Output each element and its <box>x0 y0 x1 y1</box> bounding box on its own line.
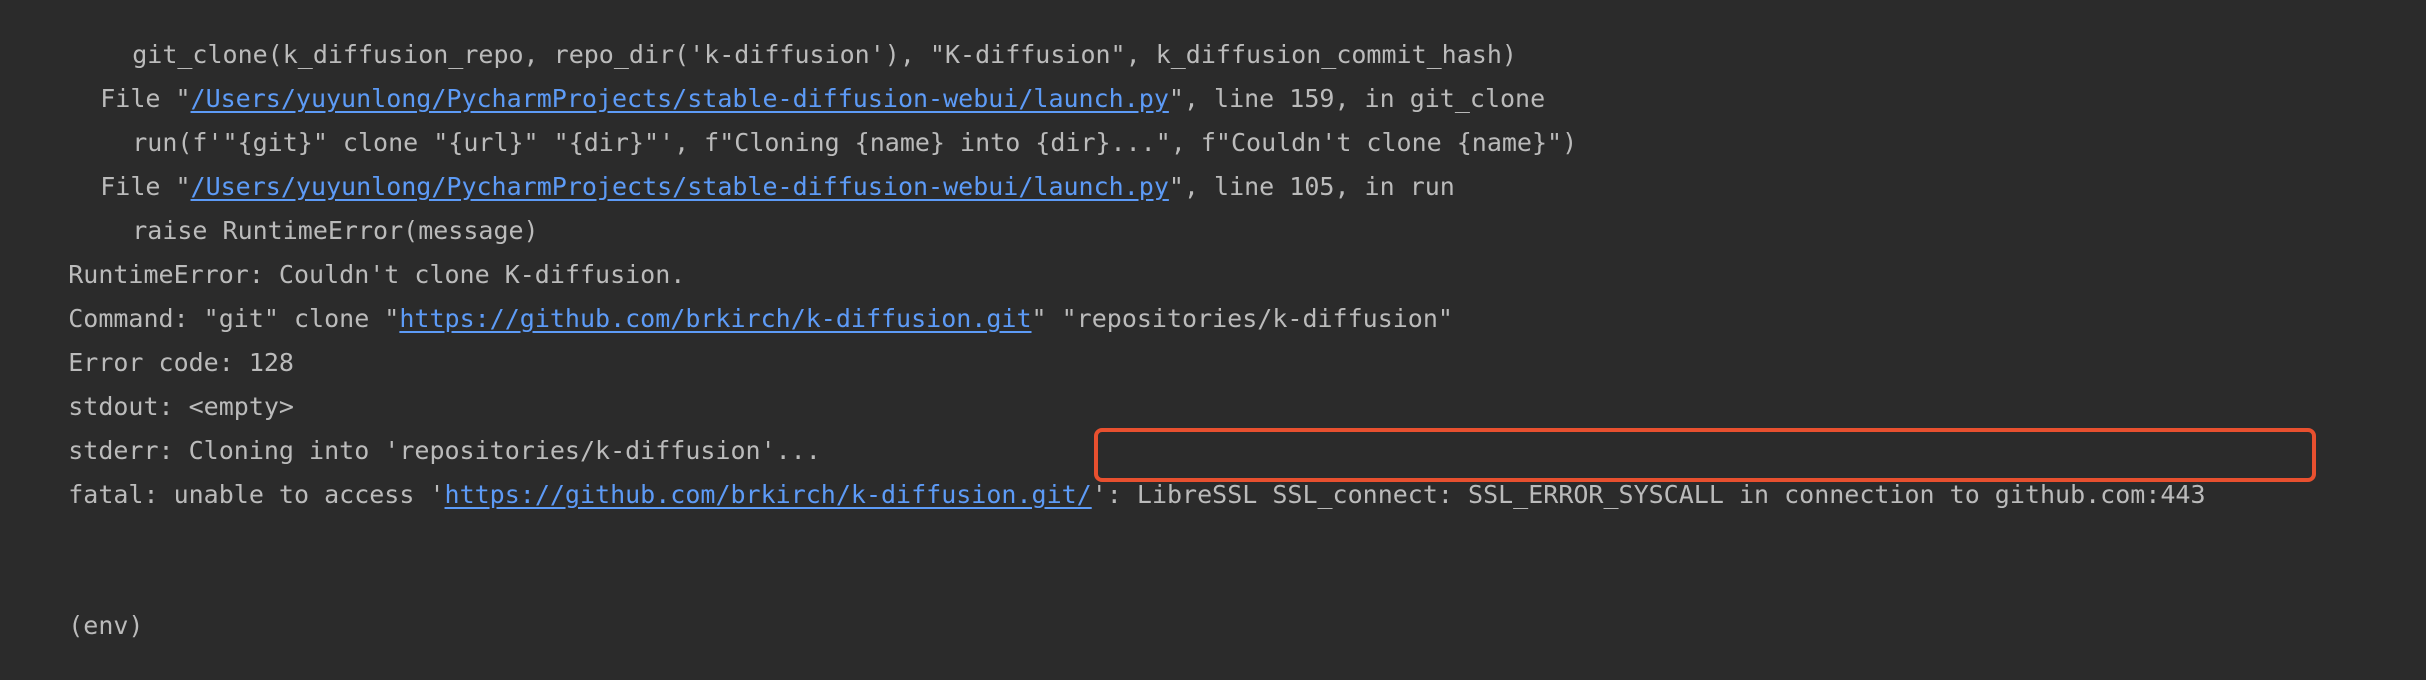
traceback-file-line: File "/Users/yuyunlong/PycharmProjects/s… <box>40 45 1545 113</box>
error-code-line: Error code: 128 <box>8 309 294 377</box>
fatal-suffix: ': LibreSSL SSL_connect: SSL_ERROR_SYSCA… <box>1091 480 2206 509</box>
repo-url-link[interactable]: https://github.com/brkirch/k-diffusion.g… <box>399 304 1031 333</box>
command-suffix: " "repositories/k-diffusion" <box>1031 304 1453 333</box>
error-highlight-box <box>1094 428 2316 482</box>
traceback-file-line: File "/Users/yuyunlong/PycharmProjects/s… <box>40 133 1455 201</box>
fatal-prefix: fatal: unable to access ' <box>68 480 445 509</box>
traceback-code-line: git_clone(k_diffusion_repo, repo_dir('k-… <box>72 1 1517 69</box>
stdout-line: stdout: <empty> <box>8 353 294 421</box>
shell-prompt[interactable]: (env) <box>8 572 143 640</box>
error-message-line: RuntimeError: Couldn't clone K-diffusion… <box>8 221 685 289</box>
traceback-code-line: run(f'"{git}" clone "{url}" "{dir}"', f"… <box>72 89 1577 157</box>
traceback-code-line: raise RuntimeError(message) <box>72 177 538 245</box>
stderr-line: stderr: Cloning into 'repositories/k-dif… <box>8 397 821 465</box>
repo-url-link[interactable]: https://github.com/brkirch/k-diffusion.g… <box>445 480 1092 509</box>
command-line: Command: "git" clone "https://github.com… <box>8 265 1453 333</box>
file-suffix: ", line 105, in run <box>1168 172 1455 201</box>
terminal-output: git_clone(k_diffusion_repo, repo_dir('k-… <box>0 0 2426 640</box>
prompt-text: (env) <box>68 611 144 640</box>
